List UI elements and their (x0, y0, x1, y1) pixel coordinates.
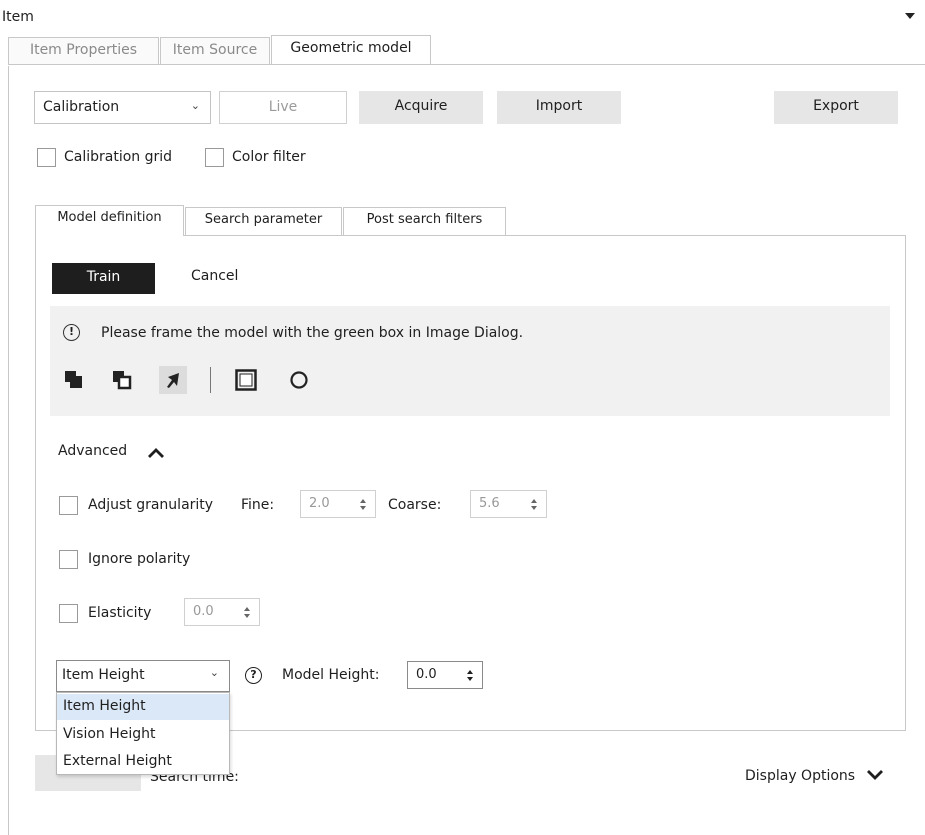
model-height-value: 0.0 (416, 667, 437, 682)
subtab-search-parameter[interactable]: Search parameter (185, 207, 342, 235)
color-filter-label: Color filter (232, 149, 306, 165)
subtab-model-definition[interactable]: Model definition (35, 205, 184, 235)
collapse-caret-icon[interactable] (905, 13, 915, 19)
help-icon[interactable]: ? (245, 667, 262, 684)
toolbar-separator (210, 367, 211, 393)
fine-value: 2.0 (309, 496, 330, 511)
height-source-select-value: Item Height (62, 667, 145, 683)
color-filter-checkbox[interactable] (205, 148, 224, 167)
elasticity-label: Elasticity (88, 605, 152, 621)
select-arrow-icon[interactable] (159, 366, 187, 394)
ignore-polarity-label: Ignore polarity (88, 551, 191, 567)
chevron-down-icon: ⌄ (190, 99, 200, 112)
calibration-grid-label: Calibration grid (64, 149, 173, 165)
elasticity-stepper[interactable]: 0.0 (184, 598, 260, 626)
adjust-granularity-label: Adjust granularity (88, 497, 214, 513)
stepper-up-icon[interactable] (244, 607, 250, 611)
stepper-up-icon[interactable] (531, 499, 537, 503)
cancel-button[interactable]: Cancel (191, 268, 238, 284)
adjust-granularity-checkbox[interactable] (59, 496, 78, 515)
dropdown-option-item-height[interactable]: Item Height (57, 694, 229, 720)
panel-title: Item (2, 9, 34, 25)
live-button[interactable]: Live (219, 91, 347, 124)
stepper-down-icon[interactable] (360, 506, 366, 510)
info-icon: ! (63, 324, 80, 341)
coarse-label: Coarse: (388, 497, 442, 513)
elasticity-value: 0.0 (193, 604, 214, 619)
rectangle-tool-icon[interactable] (235, 369, 257, 391)
info-message: Please frame the model with the green bo… (101, 325, 524, 341)
calibration-select-value: Calibration (43, 99, 120, 115)
tab-item-source[interactable]: Item Source (160, 37, 270, 64)
send-to-back-icon[interactable] (112, 370, 132, 390)
chevron-up-icon[interactable] (147, 446, 165, 460)
tab-geometric-model[interactable]: Geometric model (271, 35, 431, 65)
height-source-dropdown: Item Height Vision Height External Heigh… (56, 692, 230, 775)
bring-to-front-icon[interactable] (64, 370, 84, 390)
model-height-stepper[interactable]: 0.0 (407, 661, 483, 689)
panel-header: Item (0, 0, 925, 26)
fine-stepper[interactable]: 2.0 (300, 490, 376, 518)
calibration-grid-checkbox[interactable] (37, 148, 56, 167)
chevron-down-icon[interactable] (866, 768, 884, 782)
stepper-down-icon[interactable] (531, 506, 537, 510)
display-options-toggle[interactable]: Display Options (745, 768, 855, 784)
stepper-up-icon[interactable] (360, 499, 366, 503)
train-button[interactable]: Train (52, 263, 155, 294)
import-button[interactable]: Import (497, 91, 621, 124)
height-source-select[interactable]: Item Height ⌄ (56, 660, 230, 692)
calibration-select[interactable]: Calibration ⌄ (34, 91, 211, 124)
subtab-post-search-filters[interactable]: Post search filters (343, 207, 506, 235)
fine-label: Fine: (241, 497, 275, 513)
dropdown-option-vision-height[interactable]: Vision Height (57, 722, 229, 748)
info-box (50, 306, 890, 416)
tab-divider (8, 64, 925, 65)
advanced-label[interactable]: Advanced (58, 443, 127, 459)
coarse-value: 5.6 (479, 496, 500, 511)
model-height-label: Model Height: (282, 667, 380, 683)
stepper-up-icon[interactable] (467, 670, 473, 674)
chevron-down-icon: ⌄ (209, 666, 219, 679)
subtab-divider (183, 235, 906, 236)
coarse-stepper[interactable]: 5.6 (470, 490, 547, 518)
elasticity-checkbox[interactable] (59, 604, 78, 623)
stepper-down-icon[interactable] (467, 677, 473, 681)
export-button[interactable]: Export (774, 91, 898, 124)
stepper-down-icon[interactable] (244, 614, 250, 618)
tab-item-properties[interactable]: Item Properties (8, 37, 159, 64)
panel-border (8, 66, 9, 835)
ignore-polarity-checkbox[interactable] (59, 550, 78, 569)
dropdown-option-external-height[interactable]: External Height (57, 749, 229, 775)
circle-tool-icon[interactable] (289, 370, 309, 390)
acquire-button[interactable]: Acquire (359, 91, 483, 124)
